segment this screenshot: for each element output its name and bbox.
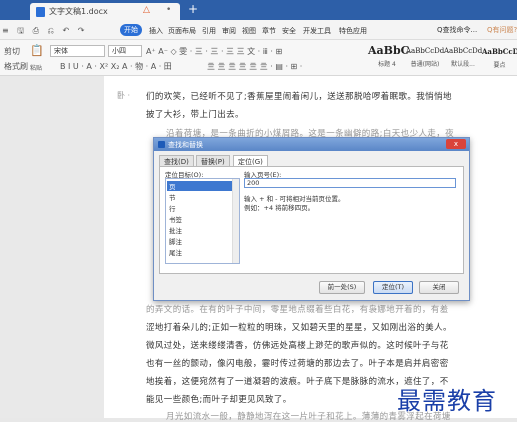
menu-page-layout[interactable]: 页面布局 (168, 26, 196, 36)
doc-line[interactable]: 们的欢笑，已经听不见了;香蕉屋里闹着闲儿，送送那脱哈啰着眠歌。我悄悄地 (146, 90, 452, 102)
menu-references[interactable]: 引用 (202, 26, 216, 36)
menu-security[interactable]: 安全 (282, 26, 296, 36)
menu-bar: ≡ 🖫 ⎙ ⎌ ↶ ↷ 开始 插入 页面布局 引用 审阅 视图 章节 安全 开发… (0, 20, 517, 40)
style-key-points[interactable]: AaBbCcDc 要点 (482, 44, 517, 72)
find-replace-dialog: 查找和替换 x 查找(D) 替换(P) 定位(G) 定位目标(O): 页 节 行… (153, 137, 470, 301)
paste-button[interactable]: 粘贴 (30, 63, 42, 72)
style-caption: 默认段... (451, 61, 475, 68)
dialog-title-bar[interactable]: 查找和替换 x (154, 138, 469, 151)
list-item[interactable]: 行 (169, 203, 176, 213)
style-web[interactable]: AaBbCcDd 普通(网站) (406, 44, 444, 72)
doc-line[interactable]: 微风过处，送来缕缕清香，仿佛远处高楼上渺茫的歌声似的。这时候叶子与花 (146, 339, 449, 351)
help-link[interactable]: Q有问题? (487, 25, 517, 35)
document-icon (36, 7, 45, 17)
paragraph-marker-icon[interactable]: 卧 · (117, 90, 130, 101)
style-heading4[interactable]: AaBbC 标题 4 (368, 44, 410, 72)
dialog-close-button[interactable]: x (446, 139, 466, 149)
style-sample: AaBbCcDd (444, 47, 483, 55)
style-sample: AaBbC (368, 44, 410, 57)
list-item[interactable]: 脚注 (169, 236, 182, 246)
format-painter-button[interactable]: 格式刷 (4, 61, 28, 72)
font-size-select[interactable]: 小四 (108, 45, 142, 57)
new-tab-button[interactable]: + (188, 2, 198, 16)
list-item[interactable]: 批注 (169, 225, 182, 235)
goto-hint-line2: 例如：+4 将前移四页。 (244, 204, 315, 212)
command-search[interactable]: Q查找命令... (437, 25, 477, 35)
font-family-select[interactable]: 宋体 (50, 45, 105, 57)
doc-line[interactable]: 披了大衫，带上门出去。 (146, 108, 244, 120)
goto-panel: 定位目标(O): 页 节 行 书签 批注 脚注 尾注 输入页号(E): 200 … (159, 166, 464, 274)
tab-title: 文字文稿1.docx (49, 7, 108, 16)
ribbon-toolbar: 剪切 📋 格式刷 粘贴 宋体 小四 A⁺ A⁻ ◇ 雯 · 三 · 三 · 三 … (0, 40, 517, 76)
tab-replace[interactable]: 替换(P) (196, 155, 230, 166)
style-sample: AaBbCcDc (482, 47, 517, 56)
style-caption: 标题 4 (378, 61, 396, 68)
paste-icon[interactable]: 📋 (30, 44, 44, 57)
close-button[interactable]: 关闭 (419, 281, 459, 294)
doc-line[interactable]: 也有一丝的颤动，像闪电般，霎时传过荷塘的那边去了。叶子本是肩并肩密密 (146, 357, 449, 369)
list-item[interactable]: 书签 (169, 214, 182, 224)
doc-line[interactable]: 的弄文的话。在有的叶子中间，零星地点缀着些白花，有袅娜地开着的，有羞 (146, 303, 449, 315)
menu-view[interactable]: 视图 (242, 26, 256, 36)
menu-features[interactable]: 特色应用 (339, 26, 367, 36)
app-icon (158, 141, 165, 148)
tab-close-icon[interactable]: • (166, 5, 171, 15)
doc-line[interactable]: 能见一些颜色;而叶子却更见风致了。 (146, 393, 292, 405)
goto-button[interactable]: 定位(T) (373, 281, 413, 294)
title-bar: 文字文稿1.docx △ • + (0, 0, 517, 20)
menu-review[interactable]: 审阅 (222, 26, 236, 36)
watermark-text: 最需教育 (397, 387, 497, 415)
cut-button[interactable]: 剪切 (4, 46, 20, 57)
menu-developer[interactable]: 开发工具 (303, 26, 331, 36)
list-scrollbar[interactable] (232, 179, 239, 263)
list-item[interactable]: 节 (169, 192, 176, 202)
style-default[interactable]: AaBbCcDd 默认段... (444, 44, 482, 72)
dialog-title: 查找和替换 (168, 141, 203, 149)
goto-target-list[interactable]: 页 节 行 书签 批注 脚注 尾注 (165, 178, 240, 264)
doc-line[interactable]: 涩地打着朵儿的;正如一粒粒的明珠，又如碧天里的星星，又如刚出浴的美人。 (146, 321, 452, 333)
paragraph-tools-row1[interactable]: A⁺ A⁻ ◇ 雯 · 三 · 三 · 三 三 文 · ⅲ · ⊞ (146, 46, 282, 57)
style-caption: 要点 (493, 62, 506, 69)
menu-insert[interactable]: 插入 (149, 26, 163, 36)
style-sample: AaBbCcDd (406, 47, 445, 55)
page-number-input[interactable]: 200 (244, 178, 456, 188)
menu-home[interactable]: 开始 (120, 24, 142, 36)
format-tools-row[interactable]: B I U · A · X² X₂ A · 物 · A · 田 (60, 61, 172, 72)
style-caption: 普通(网站) (410, 61, 440, 68)
previous-button[interactable]: 前一处(S) (319, 281, 365, 294)
tab-find[interactable]: 查找(D) (159, 155, 194, 166)
menu-chapter[interactable]: 章节 (262, 26, 276, 36)
list-item[interactable]: 尾注 (169, 247, 182, 257)
quick-access-toolbar[interactable]: ≡ 🖫 ⎙ ⎌ ↶ ↷ (2, 25, 87, 39)
paragraph-tools-row2[interactable]: 亖 亖 亖 亖 亖 亖 · ▤ · ⊞ · (207, 61, 302, 72)
list-item[interactable]: 页 (167, 181, 235, 191)
warning-icon[interactable]: △ (143, 5, 150, 15)
document-tab[interactable]: 文字文稿1.docx △ • (30, 3, 180, 20)
